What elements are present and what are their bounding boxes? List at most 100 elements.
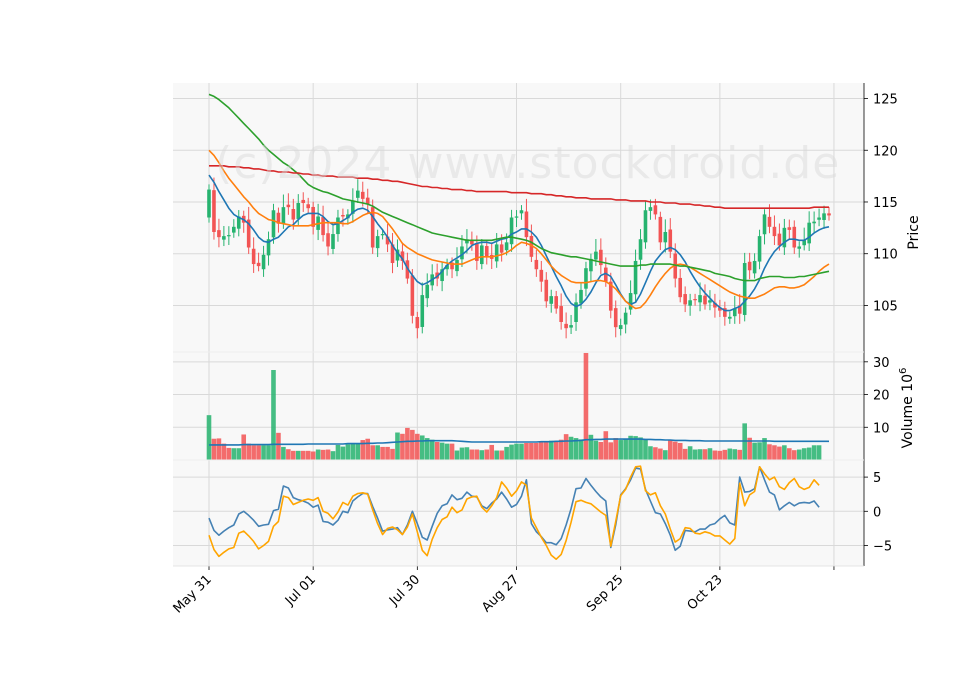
candle-body (618, 325, 623, 330)
candle-body (306, 204, 310, 209)
volume-bar (643, 439, 648, 460)
candle-body (251, 248, 256, 265)
volume-bar (543, 442, 549, 460)
candle-body (822, 213, 826, 220)
candle-body (752, 260, 757, 274)
volume-bar (276, 432, 281, 460)
candle-body (777, 233, 782, 246)
volume-bar (737, 449, 743, 460)
volume-bar (563, 434, 569, 460)
candle-body (807, 222, 811, 244)
candle-body (703, 295, 707, 305)
candle-body (683, 294, 687, 305)
volume-bar (335, 444, 341, 460)
volume-bar (226, 447, 232, 460)
volume-bar (340, 446, 346, 460)
x-tick-label: May 31 (171, 572, 215, 616)
candle-body (772, 226, 777, 237)
candle-body (286, 204, 291, 208)
candle-body (375, 236, 380, 249)
volume-bar (415, 433, 420, 460)
volume-bar (355, 443, 361, 460)
volume-bar (464, 447, 470, 460)
candle-body (415, 317, 420, 329)
volume-bar (499, 450, 504, 460)
candle-body (792, 226, 797, 248)
oscillator-tick-label: 5 (873, 471, 881, 486)
candle-body (584, 268, 588, 289)
candle-body (321, 217, 325, 236)
volume-bar (434, 442, 440, 460)
oscillator-tick-label: 0 (873, 505, 881, 520)
volume-bar (266, 445, 271, 460)
volume-bar (365, 438, 371, 460)
volume-bar (702, 449, 708, 460)
x-tick-label: Oct 23 (685, 572, 726, 613)
volume-bar (370, 445, 375, 460)
volume-bar (677, 442, 683, 460)
candle-body (494, 244, 499, 262)
candle-body (554, 296, 558, 309)
candle-body (425, 284, 430, 299)
price-tick-label: 115 (873, 196, 898, 211)
candle-body (812, 221, 816, 224)
volume-bar (722, 449, 728, 460)
candle-body (762, 214, 767, 235)
oscillator-panel-bg (173, 460, 864, 566)
volume-bar (603, 431, 609, 460)
volume-tick-label: 30 (873, 356, 890, 371)
candle-body (643, 210, 648, 243)
candle-body (455, 259, 459, 272)
volume-bar (608, 442, 614, 460)
volume-bar (623, 438, 628, 460)
price-axis-label: Price (906, 215, 922, 249)
candle-body (281, 207, 286, 224)
x-tick-label: Jul 01 (282, 572, 319, 609)
volume-bar (395, 432, 400, 460)
volume-bar (692, 449, 698, 460)
volume-bar (291, 450, 296, 460)
candle-body (484, 246, 489, 257)
candle-body (827, 213, 831, 216)
volume-bar (429, 439, 435, 460)
candle-body (212, 190, 216, 232)
volume-bar (305, 450, 311, 460)
volume-bar (782, 445, 787, 460)
volume-bar (772, 445, 777, 460)
volume-bar (524, 442, 529, 460)
volume-bar (380, 446, 385, 460)
volume-bar (236, 448, 242, 460)
volume-bar (444, 443, 450, 460)
candle-body (499, 244, 504, 253)
volume-tick-label: 20 (873, 389, 890, 404)
volume-bar (707, 448, 713, 460)
candle-body (757, 236, 762, 262)
candle-body (688, 300, 692, 306)
candle-body (410, 275, 415, 316)
volume-bar (256, 445, 261, 460)
price-tick-label: 105 (873, 299, 898, 314)
volume-bar (787, 448, 792, 460)
candle-body (514, 216, 519, 218)
volume-bar (593, 440, 599, 460)
volume-bar (588, 434, 594, 460)
volume-bar (697, 449, 703, 460)
volume-bar (310, 451, 316, 460)
volume-bar (231, 448, 237, 460)
candle-body (678, 277, 682, 298)
volume-bar (638, 437, 643, 460)
candle-body (693, 299, 697, 301)
candle-body (336, 217, 340, 235)
volume-bar (514, 443, 519, 460)
volume-bar (618, 440, 623, 460)
volume-bar (534, 442, 539, 460)
candle-body (658, 216, 663, 243)
candle-body (698, 295, 702, 303)
volume-bar (385, 446, 390, 460)
volume-bar (211, 438, 217, 460)
candle-body (504, 242, 509, 251)
price-tick-label: 125 (873, 93, 898, 108)
candle-body (648, 207, 653, 211)
volume-bar (345, 444, 351, 460)
candle-body (341, 215, 345, 217)
